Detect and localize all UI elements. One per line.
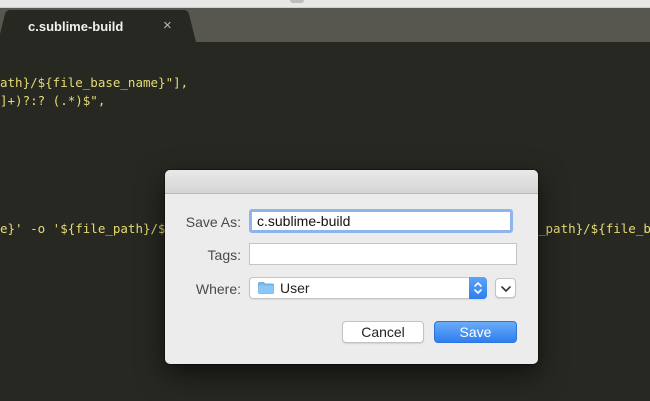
folder-icon (258, 282, 274, 294)
window-notch (290, 0, 304, 3)
dialog-titlebar (165, 170, 538, 194)
save-dialog: Save As: Tags: Where: User Cancel Save (165, 170, 538, 364)
tags-input[interactable] (249, 243, 517, 265)
window-top-edge (0, 0, 650, 8)
where-label: Where: (195, 281, 241, 297)
save-as-input[interactable] (249, 209, 513, 233)
tab-label: c.sublime-build (28, 19, 124, 34)
tab-c-sublime-build[interactable]: c.sublime-build × (8, 10, 186, 42)
tab-bar: c.sublime-build × (0, 8, 650, 42)
code-line: ath}/${file_base_name}"], (0, 75, 189, 90)
code-line: e}' -o '${file_path}/$ (0, 221, 166, 236)
tags-label: Tags: (207, 247, 241, 263)
where-select[interactable]: User (249, 277, 487, 299)
code-line-continued: _path}/${file_ba (538, 221, 650, 236)
expand-dialog-button[interactable] (495, 278, 516, 298)
save-button[interactable]: Save (434, 321, 517, 343)
up-down-chevron-icon[interactable] (469, 277, 487, 299)
where-value: User (280, 280, 310, 296)
code-line: ]+)?:? (.*)$", (0, 93, 106, 108)
cancel-button[interactable]: Cancel (342, 321, 424, 343)
tab-close-icon[interactable]: × (163, 17, 172, 34)
save-as-label: Save As: (185, 214, 241, 230)
chevron-down-icon (501, 286, 511, 292)
